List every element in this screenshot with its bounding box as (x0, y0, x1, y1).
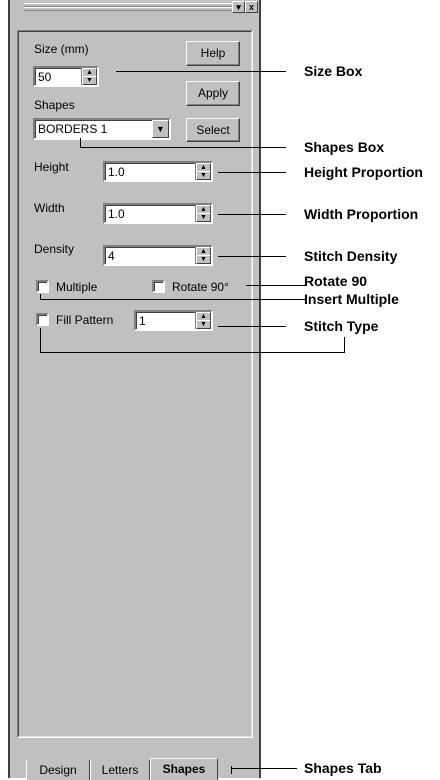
width-label: Width (34, 201, 65, 215)
density-spinner[interactable]: ▲ ▼ (195, 247, 211, 264)
annotation-insert-multiple: Insert Multiple (304, 291, 399, 307)
rotate-90-label: Rotate 90° (172, 280, 229, 294)
width-leader (218, 214, 286, 215)
fill-pattern-value: 1 (139, 314, 146, 328)
close-icon[interactable]: x (245, 1, 258, 13)
spin-down-icon[interactable]: ▼ (196, 171, 211, 180)
density-spinbox[interactable]: 4 ▲ ▼ (103, 245, 213, 266)
multiple-leader (40, 299, 306, 300)
height-spinbox[interactable]: 1.0 ▲ ▼ (103, 161, 213, 182)
annotation-stitch-type: Stitch Type (304, 318, 379, 334)
annotation-shapes-tab: Shapes Tab (304, 760, 382, 776)
width-value: 1.0 (108, 207, 125, 221)
annotation-height-proportion: Height Proportion (304, 164, 423, 180)
tab-design[interactable]: Design (26, 760, 90, 780)
minimize-icon[interactable]: ▾ (232, 1, 245, 13)
shapes-box-leader (80, 147, 286, 148)
annotation-rotate-90: Rotate 90 (304, 273, 368, 289)
density-value: 4 (108, 249, 115, 263)
fill-pattern-spinner[interactable]: ▲ ▼ (195, 312, 211, 329)
shapes-tab-leader (231, 768, 297, 769)
help-button[interactable]: Help (186, 41, 240, 66)
spin-down-icon[interactable]: ▼ (196, 213, 211, 222)
shapes-label: Shapes (34, 98, 75, 112)
shapes-value: BORDERS 1 (38, 122, 108, 136)
height-spinner[interactable]: ▲ ▼ (195, 163, 211, 180)
multiple-checkbox[interactable] (36, 280, 49, 293)
height-value: 1.0 (108, 165, 125, 179)
stitch-type-leader (40, 328, 41, 353)
width-spinner[interactable]: ▲ ▼ (195, 205, 211, 222)
density-label: Density (34, 242, 75, 256)
density-leader (218, 256, 286, 257)
annotation-stitch-density: Stitch Density (304, 248, 398, 264)
height-leader (218, 172, 286, 173)
stitch-type-leader (40, 352, 345, 353)
tab-letters[interactable]: Letters (90, 760, 150, 780)
fill-pattern-checkbox[interactable] (36, 313, 49, 326)
multiple-label: Multiple (56, 280, 98, 294)
stitch-type-leader (344, 337, 345, 353)
tab-shapes[interactable]: Shapes (150, 758, 218, 780)
panel-titlebar: ▾ x (10, 0, 259, 14)
shapes-box-leader (80, 138, 81, 147)
apply-button[interactable]: Apply (186, 81, 240, 106)
stitch-type-leader (218, 326, 286, 327)
fill-pattern-spinbox[interactable]: 1 ▲ ▼ (134, 310, 213, 331)
rotate-90-checkbox[interactable] (152, 280, 165, 293)
annotation-size-box: Size Box (304, 63, 363, 79)
titlebar-grip[interactable] (24, 7, 232, 11)
size-spinbox[interactable]: 50 ▲ ▼ (33, 66, 99, 87)
fill-pattern-label: Fill Pattern (56, 313, 114, 327)
width-spinbox[interactable]: 1.0 ▲ ▼ (103, 203, 213, 224)
spin-down-icon[interactable]: ▼ (196, 255, 211, 264)
chevron-down-icon[interactable]: ▼ (152, 120, 169, 138)
size-box-leader (116, 71, 286, 72)
select-button[interactable]: Select (186, 118, 240, 142)
shapes-dropdown[interactable]: BORDERS 1 ▼ (33, 118, 171, 140)
annotation-shapes-box: Shapes Box (304, 139, 385, 155)
spin-down-icon[interactable]: ▼ (82, 76, 97, 85)
size-value: 50 (38, 70, 52, 84)
size-label: Size (mm) (34, 42, 89, 56)
annotation-width-proportion: Width Proportion (304, 206, 419, 222)
size-spinner[interactable]: ▲ ▼ (81, 68, 97, 85)
spin-down-icon[interactable]: ▼ (196, 320, 211, 329)
rotate-leader (246, 285, 306, 286)
height-label: Height (34, 160, 69, 174)
